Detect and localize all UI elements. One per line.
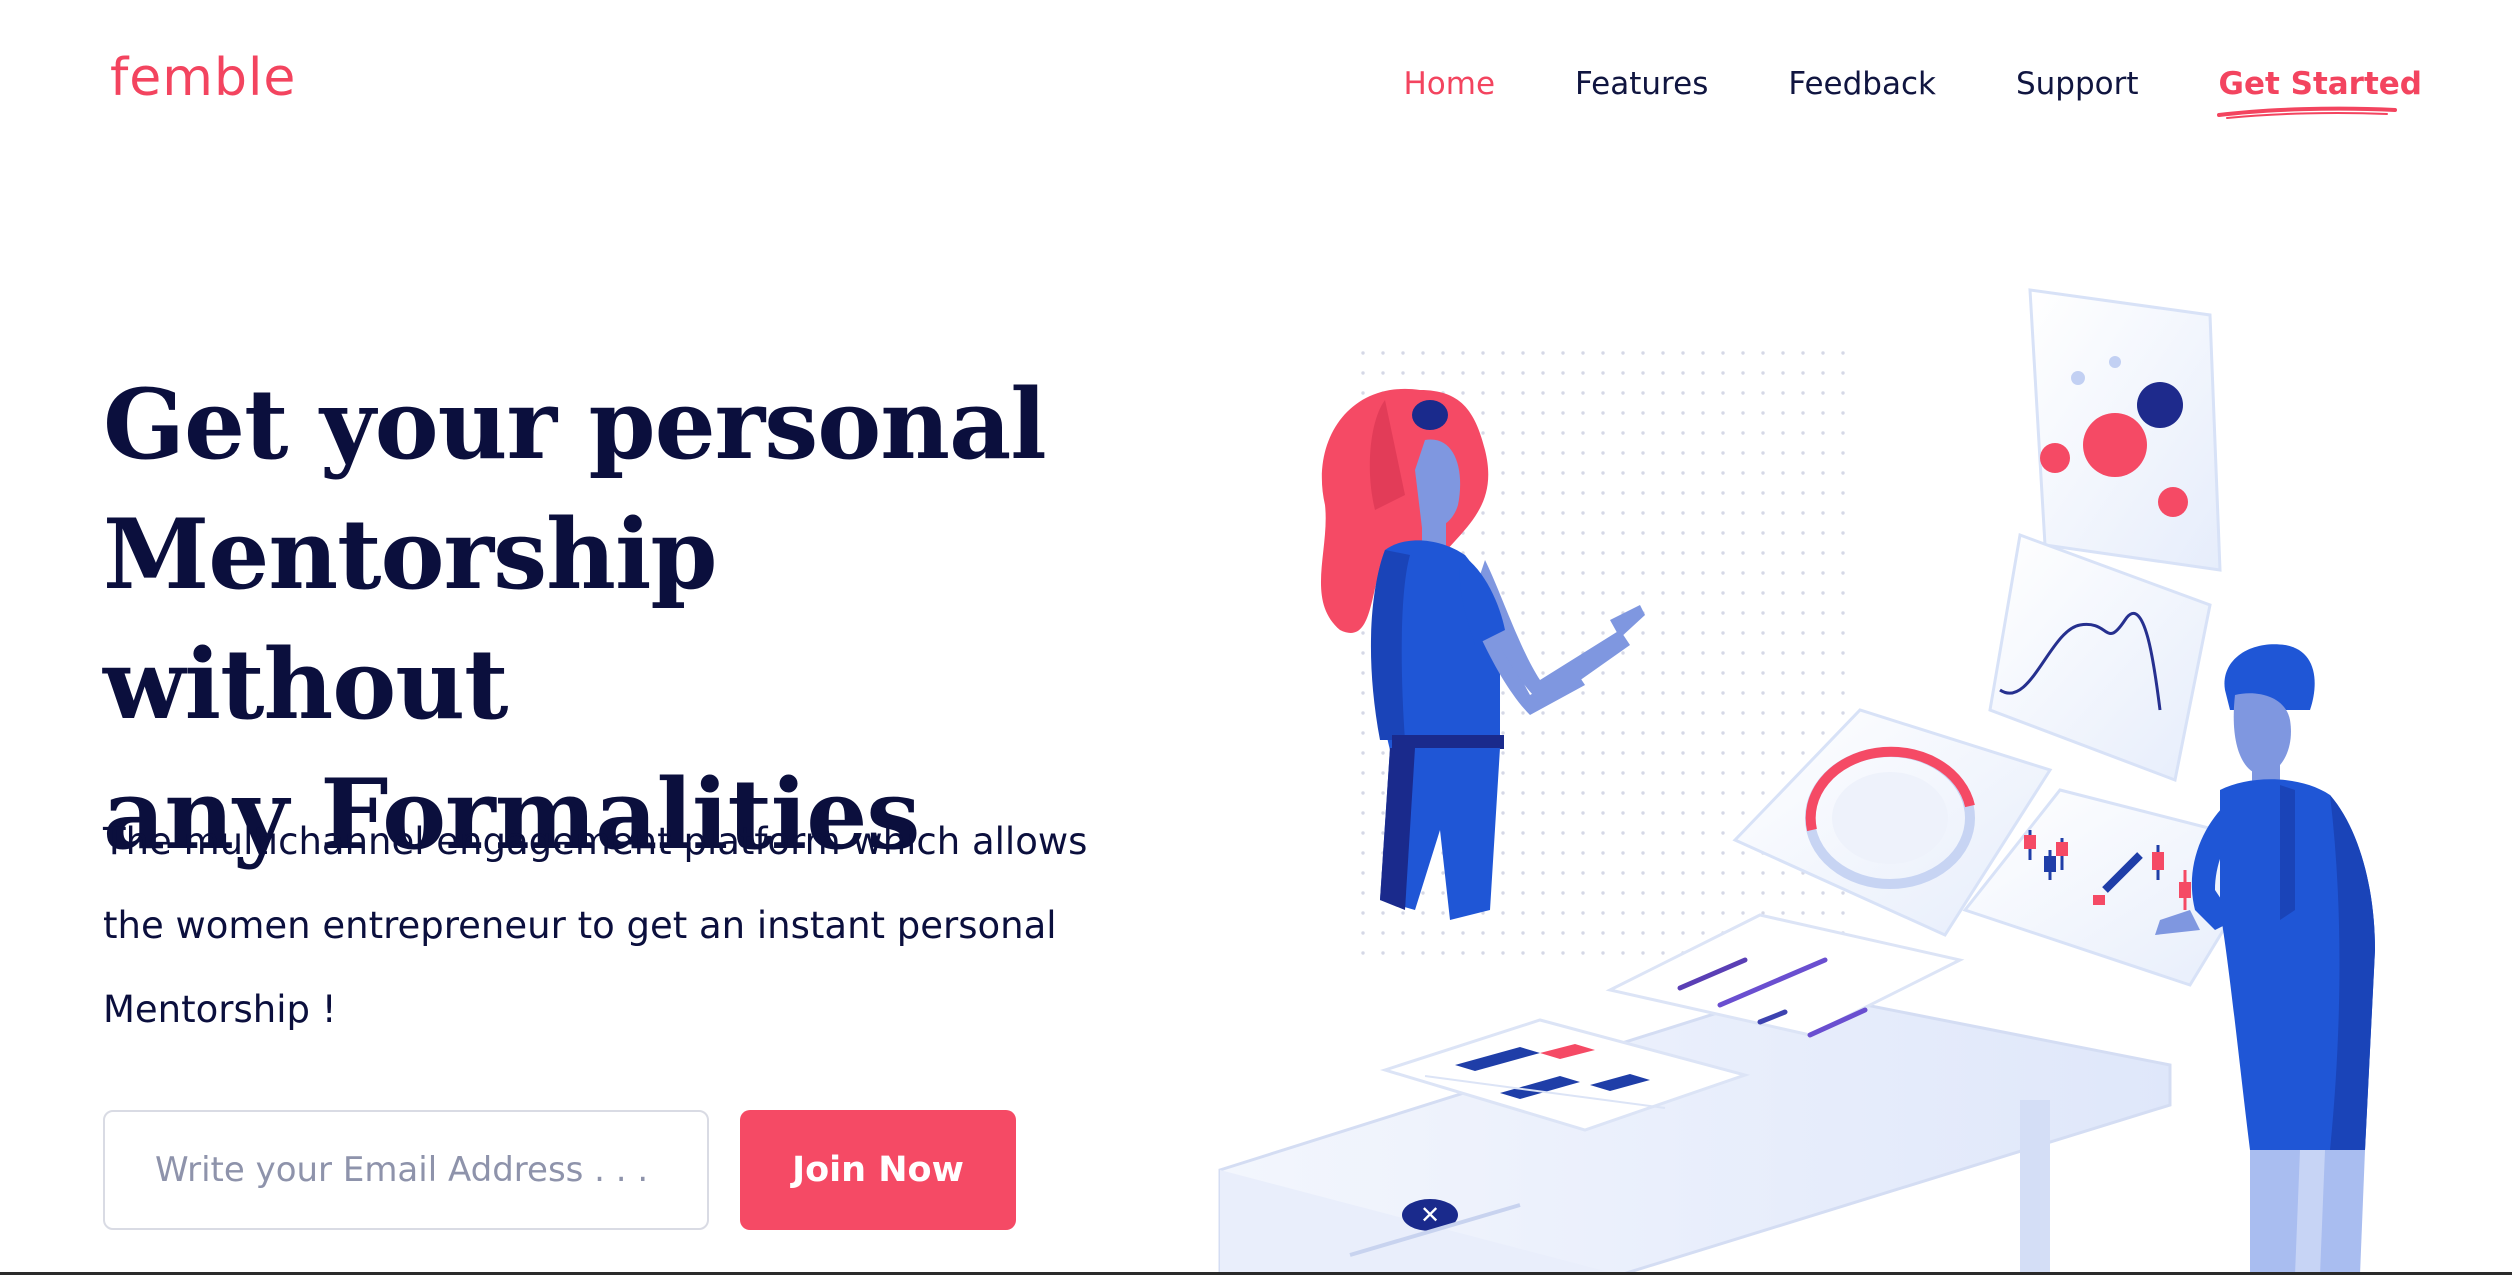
- femble-logo[interactable]: femble: [110, 52, 296, 104]
- desk-icon: ✕: [1218, 988, 2172, 1275]
- nav-item-home[interactable]: Home: [1404, 66, 1496, 103]
- brush-underline-icon: [2216, 106, 2397, 120]
- bubble-chart-card-icon: [2028, 288, 2222, 572]
- line-chart-card-icon: [1988, 532, 2212, 783]
- get-started-label: Get Started: [2218, 66, 2422, 102]
- get-started-link[interactable]: Get Started: [2216, 66, 2422, 120]
- nav-item-features[interactable]: Features: [1575, 66, 1708, 103]
- hero-title-line: Get your personal: [103, 368, 1047, 481]
- main-nav: Home Features Feedback Support Get Start…: [1404, 66, 2422, 120]
- hero-description: The multichannel engagement platform whi…: [103, 800, 1103, 1052]
- join-now-button[interactable]: Join Now: [740, 1110, 1016, 1230]
- hero-description-line: Mentorship !: [103, 988, 337, 1031]
- hero-illustration: ✕: [1218, 288, 2375, 1275]
- landing-page: femble Home Features Feedback Support Ge…: [0, 0, 2512, 1275]
- nav-item-feedback[interactable]: Feedback: [1788, 66, 1936, 103]
- email-input[interactable]: [103, 1110, 709, 1230]
- hero-description-line: the women entrepreneur to get an instant…: [103, 904, 1057, 947]
- svg-text:✕: ✕: [1420, 1201, 1440, 1229]
- nav-item-support[interactable]: Support: [2016, 66, 2139, 103]
- hero-title-line: Mentorship without: [103, 498, 718, 741]
- hero-description-line: The multichannel engagement platform whi…: [103, 820, 1088, 863]
